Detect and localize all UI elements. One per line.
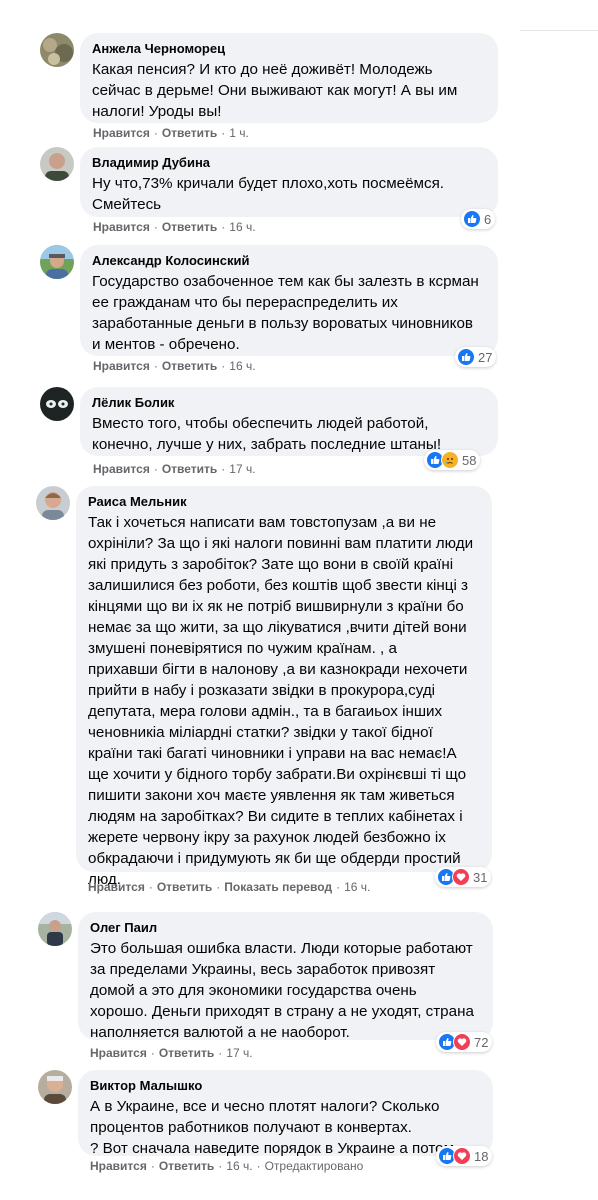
like-button[interactable]: Нравится: [88, 880, 145, 894]
divider: [520, 30, 598, 31]
comment-author[interactable]: Раиса Мельник: [88, 494, 480, 510]
comment-bubble: Виктор Малышко А в Украине, все и чесно …: [78, 1070, 493, 1157]
comment-text: Какая пенсия? И кто до неё доживёт! Моло…: [92, 61, 458, 120]
comment-time[interactable]: 17 ч.: [229, 462, 255, 476]
reaction-count: 27: [478, 349, 493, 365]
comment-author[interactable]: Лёлик Болик: [92, 395, 486, 411]
avatar[interactable]: [40, 147, 74, 181]
comment-actions: Нравится · Ответить · 17 ч.: [90, 1046, 253, 1060]
comment-text: Это большая ошибка власти. Люди которые …: [90, 940, 474, 1041]
like-reaction-icon: [457, 348, 475, 366]
comment-time[interactable]: 1 ч.: [229, 126, 249, 140]
reply-button[interactable]: Ответить: [162, 359, 217, 373]
comment-time[interactable]: 16 ч.: [344, 880, 370, 894]
comment-time[interactable]: 17 ч.: [226, 1046, 252, 1060]
comment-time[interactable]: 16 ч.: [229, 220, 255, 234]
like-button[interactable]: Нравится: [93, 359, 150, 373]
comment-actions: Нравится · Ответить · 16 ч.: [93, 359, 256, 373]
comment-actions: Нравится · Ответить · Показать перевод · 16 ч.: [88, 880, 371, 894]
like-button[interactable]: Нравится: [93, 462, 150, 476]
avatar[interactable]: [40, 33, 74, 67]
reply-button[interactable]: Ответить: [162, 220, 217, 234]
comment-author[interactable]: Владимир Дубина: [92, 155, 486, 171]
like-reaction-icon: [463, 210, 481, 228]
reaction-summary[interactable]: 31: [435, 867, 492, 887]
comment-actions: Нравится · Ответить · 17 ч.: [93, 462, 256, 476]
reply-button[interactable]: Ответить: [162, 462, 217, 476]
love-reaction-icon: [452, 868, 470, 886]
reaction-summary[interactable]: 27: [455, 347, 497, 367]
reply-button[interactable]: Ответить: [159, 1046, 214, 1060]
love-reaction-icon: [453, 1033, 471, 1051]
like-button[interactable]: Нравится: [90, 1159, 147, 1173]
comment-author[interactable]: Олег Паил: [90, 920, 481, 936]
reaction-count: 18: [474, 1148, 489, 1164]
comment-actions: Нравится · Ответить · 16 ч. · Отредактировано: [90, 1159, 364, 1173]
reaction-count: 72: [474, 1034, 489, 1050]
like-button[interactable]: Нравится: [93, 126, 150, 140]
avatar[interactable]: [38, 1070, 72, 1104]
like-button[interactable]: Нравится: [93, 220, 150, 234]
translate-button[interactable]: Показать перевод: [224, 880, 332, 894]
comment-bubble: Анжела Черноморец Какая пенсия? И кто до…: [80, 33, 498, 123]
love-reaction-icon: [453, 1147, 471, 1165]
reaction-count: 6: [484, 211, 492, 227]
edited-label[interactable]: Отредактировано: [265, 1159, 364, 1173]
comment-bubble: Лёлик Болик Вместо того, чтобы обеспечит…: [80, 387, 498, 456]
comment-actions: Нравится · Ответить · 1 ч.: [93, 126, 249, 140]
reply-button[interactable]: Ответить: [159, 1159, 214, 1173]
comment-text: А в Украине, все и чесно плотят налоги? …: [90, 1098, 475, 1157]
comment-text: Так і хочеться написати вам товстопузам …: [88, 514, 474, 888]
comment-author[interactable]: Александр Колосинский: [92, 253, 486, 269]
comment-bubble: Олег Паил Это большая ошибка власти. Люд…: [78, 912, 493, 1041]
comment-author[interactable]: Виктор Малышко: [90, 1078, 481, 1094]
reaction-count: 31: [473, 869, 488, 885]
avatar[interactable]: [36, 486, 70, 520]
like-button[interactable]: Нравится: [90, 1046, 147, 1060]
reply-button[interactable]: Ответить: [157, 880, 212, 894]
avatar[interactable]: [40, 245, 74, 279]
reaction-summary[interactable]: 72: [436, 1032, 493, 1052]
reaction-summary[interactable]: 18: [436, 1146, 493, 1166]
comment-time[interactable]: 16 ч.: [229, 359, 255, 373]
comment-bubble: Владимир Дубина Ну что,73% кричали будет…: [80, 147, 498, 217]
reaction-count: 58: [462, 452, 477, 468]
reaction-summary[interactable]: 6: [461, 209, 496, 229]
reply-button[interactable]: Ответить: [162, 126, 217, 140]
avatar[interactable]: [40, 387, 74, 421]
comment-bubble: Александр Колосинский Государство озабоч…: [80, 245, 498, 356]
comment-actions: Нравится · Ответить · 16 ч.: [93, 220, 256, 234]
comment-time[interactable]: 16 ч.: [226, 1159, 252, 1173]
comment-text: Ну что,73% кричали будет плохо,хоть посм…: [92, 175, 445, 213]
comment-text: Вместо того, чтобы обеспечить людей рабо…: [92, 415, 442, 453]
sad-reaction-icon: [441, 451, 459, 469]
reaction-summary[interactable]: 58: [424, 450, 481, 470]
comment-text: Государство озабоченное тем как бы залез…: [92, 273, 479, 353]
avatar[interactable]: [38, 912, 72, 946]
comment-author[interactable]: Анжела Черноморец: [92, 41, 486, 57]
comment-bubble: Раиса Мельник Так і хочеться написати ва…: [76, 486, 492, 888]
